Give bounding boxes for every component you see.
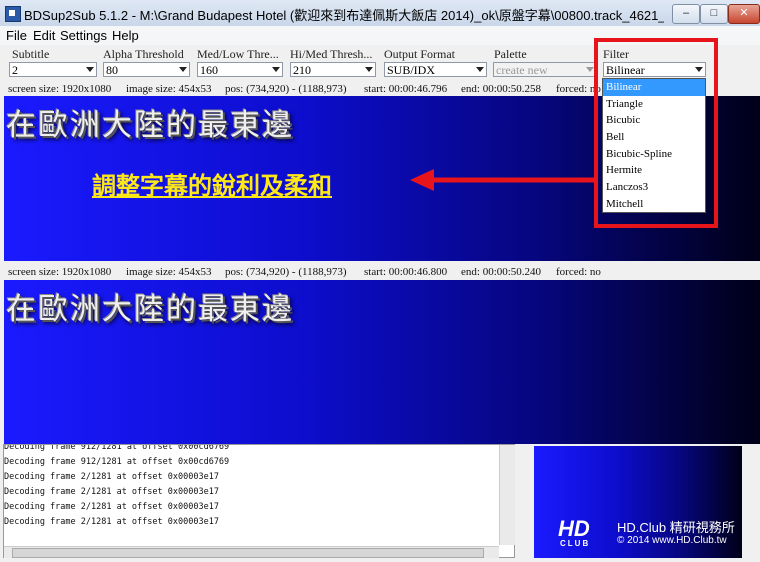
- hi-med-threshold-value: 210: [293, 63, 311, 77]
- hdclub-logo-sub: CLUB: [560, 539, 591, 548]
- log-scroll-thumb[interactable]: [12, 548, 484, 558]
- log-line: Decoding frame 2/1281 at offset 0x00003e…: [4, 517, 219, 527]
- palette-select[interactable]: create new: [493, 62, 597, 77]
- window-title: BDSup2Sub 5.1.2 - M:\Grand Budapest Hote…: [24, 8, 664, 23]
- hi-med-threshold-label: Hi/Med Thresh...: [290, 47, 373, 61]
- bottom-image-size: image size: 454x53: [126, 266, 212, 278]
- chevron-down-icon: [272, 67, 280, 72]
- bottom-screen-size: screen size: 1920x1080: [8, 266, 112, 278]
- top-position: pos: (734,920) - (1188,973): [225, 83, 347, 95]
- top-start-time: start: 00:00:46.796: [364, 83, 448, 95]
- subtitle-label: Subtitle: [12, 47, 50, 61]
- med-low-threshold-label: Med/Low Thre...: [197, 47, 279, 61]
- log-line: Decoding frame 912/1281 at offset 0x00cd…: [4, 444, 230, 452]
- log-line: Decoding frame 912/1281 at offset 0x00cd…: [4, 457, 230, 467]
- log-line: Decoding frame 2/1281 at offset 0x00003e…: [4, 502, 219, 512]
- chevron-down-icon: [86, 67, 94, 72]
- log-output[interactable]: Decoding frame 912/1281 at offset 0x00cd…: [3, 444, 515, 558]
- close-button[interactable]: ✕: [728, 4, 760, 24]
- log-vertical-scrollbar[interactable]: [499, 445, 515, 545]
- menu-help[interactable]: Help: [112, 28, 139, 43]
- palette-label: Palette: [494, 47, 527, 61]
- bottom-start-time: start: 00:00:46.800: [364, 266, 448, 278]
- bottom-forced: forced: no: [556, 266, 601, 278]
- top-screen-size: screen size: 1920x1080: [8, 83, 112, 95]
- highlight-box: [594, 38, 718, 228]
- chevron-down-icon: [179, 67, 187, 72]
- top-image-size: image size: 454x53: [126, 83, 212, 95]
- hi-med-threshold-select[interactable]: 210: [290, 62, 376, 77]
- output-format-value: SUB/IDX: [387, 63, 436, 77]
- alpha-threshold-label: Alpha Threshold: [103, 47, 184, 61]
- watermark-name: HD.Club 精研視務所: [617, 520, 735, 535]
- minimize-button[interactable]: –: [672, 4, 700, 24]
- annotation-text: 調整字幕的銳利及柔和: [92, 172, 332, 200]
- annotation-arrow-icon: [410, 169, 598, 191]
- log-line: Decoding frame 2/1281 at offset 0x00003e…: [4, 472, 219, 482]
- chevron-down-icon: [586, 67, 594, 72]
- med-low-threshold-value: 160: [200, 63, 218, 77]
- menu-edit[interactable]: Edit: [33, 28, 55, 43]
- top-end-time: end: 00:00:50.258: [461, 83, 542, 95]
- target-subtitle-text: 在歐洲大陸的最東邊: [6, 292, 294, 327]
- palette-value: create new: [496, 63, 548, 77]
- menu-settings[interactable]: Settings: [60, 28, 107, 43]
- alpha-threshold-select[interactable]: 80: [103, 62, 190, 77]
- alpha-threshold-value: 80: [106, 63, 118, 77]
- bottom-end-time: end: 00:00:50.240: [461, 266, 542, 278]
- app-icon: [5, 6, 21, 22]
- bottom-position: pos: (734,920) - (1188,973): [225, 266, 347, 278]
- maximize-button[interactable]: □: [700, 4, 728, 24]
- output-format-label: Output Format: [384, 47, 455, 61]
- watermark-url: © 2014 www.HD.Club.tw: [617, 535, 727, 546]
- chevron-down-icon: [365, 67, 373, 72]
- menu-file[interactable]: File: [6, 28, 27, 43]
- log-line: Decoding frame 2/1281 at offset 0x00003e…: [4, 487, 219, 497]
- subtitle-select[interactable]: 2: [9, 62, 97, 77]
- output-format-select[interactable]: SUB/IDX: [384, 62, 487, 77]
- source-subtitle-text: 在歐洲大陸的最東邊: [6, 108, 294, 143]
- med-low-threshold-select[interactable]: 160: [197, 62, 283, 77]
- subtitle-select-value: 2: [12, 63, 18, 77]
- chevron-down-icon: [476, 67, 484, 72]
